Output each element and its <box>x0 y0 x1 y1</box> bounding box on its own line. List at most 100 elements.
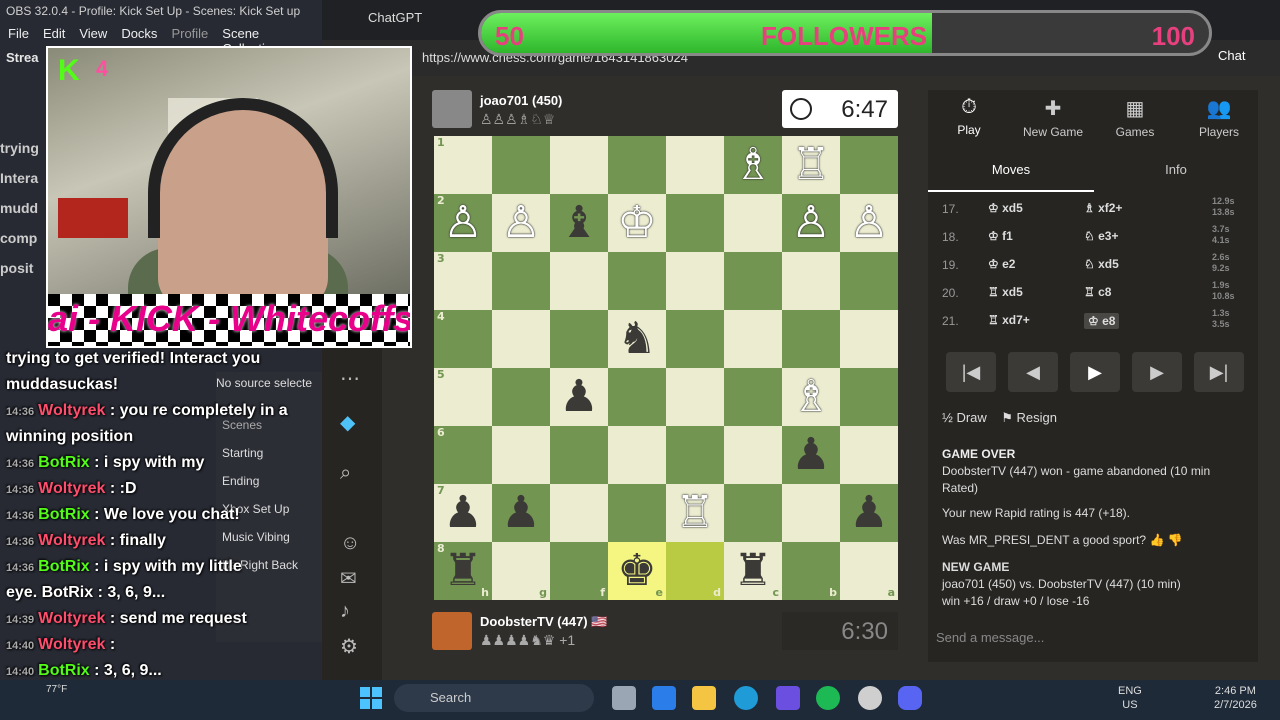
language-indicator[interactable]: ENG US <box>1118 684 1142 712</box>
chat-username[interactable]: Woltyrek <box>38 532 105 549</box>
black-move[interactable]: ♔ e8 <box>1084 313 1120 329</box>
board-square[interactable] <box>608 252 666 310</box>
black-piece[interactable]: ♜ <box>443 545 482 596</box>
board-square[interactable]: f <box>550 542 608 600</box>
edge-icon[interactable] <box>734 686 758 710</box>
black-move[interactable]: ♘ e3+ <box>1084 229 1118 243</box>
nav-games[interactable]: ▦ Games <box>1100 96 1170 139</box>
spotify-icon[interactable] <box>816 686 840 710</box>
file-explorer-icon[interactable] <box>692 686 716 710</box>
board-square[interactable] <box>550 310 608 368</box>
board-square[interactable]: 7 ♟ <box>434 484 492 542</box>
discord-icon[interactable] <box>898 686 922 710</box>
board-square[interactable] <box>666 194 724 252</box>
nav-players[interactable]: 👥 Players <box>1184 96 1254 139</box>
board-square[interactable]: ♔ <box>608 194 666 252</box>
chat-username[interactable]: BotRix <box>38 558 90 575</box>
menu-profile[interactable]: Profile <box>171 26 208 42</box>
black-piece[interactable]: ♟ <box>559 371 598 422</box>
board-square[interactable] <box>550 136 608 194</box>
board-square[interactable] <box>666 252 724 310</box>
menu-docks[interactable]: Docks <box>121 26 157 42</box>
black-piece[interactable]: ♝ <box>559 197 598 248</box>
board-square[interactable] <box>724 484 782 542</box>
board-square[interactable] <box>492 136 550 194</box>
chat-message-input[interactable]: Send a message... <box>936 624 1236 650</box>
board-square[interactable] <box>724 252 782 310</box>
last-move-button[interactable]: ▶| <box>1194 352 1244 392</box>
board-square[interactable] <box>782 310 840 368</box>
black-piece[interactable]: ♟ <box>501 487 540 538</box>
board-square[interactable] <box>608 368 666 426</box>
white-piece[interactable]: ♙ <box>501 197 540 248</box>
board-square[interactable] <box>492 310 550 368</box>
board-square[interactable]: d <box>666 542 724 600</box>
store-icon[interactable] <box>652 686 676 710</box>
chat-username[interactable]: Woltyrek <box>38 480 105 497</box>
board-square[interactable] <box>724 426 782 484</box>
gear-icon[interactable]: ⚙ <box>340 634 358 659</box>
black-move[interactable]: ♗ xf2+ <box>1084 201 1122 215</box>
black-piece[interactable]: ♟ <box>849 487 888 538</box>
task-view-icon[interactable] <box>612 686 636 710</box>
board-square[interactable] <box>666 368 724 426</box>
board-square[interactable] <box>840 310 898 368</box>
board-square[interactable] <box>666 310 724 368</box>
board-square[interactable]: ♝ <box>550 194 608 252</box>
board-square[interactable] <box>492 368 550 426</box>
player-avatar[interactable] <box>432 612 472 650</box>
taskbar-clock[interactable]: 2:46 PM 2/7/2026 <box>1214 684 1257 712</box>
board-square[interactable] <box>550 484 608 542</box>
white-piece[interactable]: ♖ <box>675 487 714 538</box>
black-piece[interactable]: ♟ <box>443 487 482 538</box>
white-move[interactable]: ♖ xd5 <box>988 285 1023 299</box>
board-square[interactable]: ♗ <box>724 136 782 194</box>
board-square[interactable]: 3 <box>434 252 492 310</box>
chat-username[interactable]: Woltyrek <box>38 610 105 627</box>
board-square[interactable]: ♗ <box>782 368 840 426</box>
board-square[interactable] <box>840 368 898 426</box>
more-icon[interactable]: ⋯ <box>340 366 360 391</box>
board-square[interactable]: ♟ <box>492 484 550 542</box>
white-piece[interactable]: ♙ <box>849 197 888 248</box>
thumbs-up-icon[interactable]: 👍 <box>1149 533 1164 547</box>
board-square[interactable]: ♟ <box>550 368 608 426</box>
board-square[interactable]: g <box>492 542 550 600</box>
board-square[interactable]: 8 h ♜ <box>434 542 492 600</box>
prev-move-button[interactable]: ◀ <box>1008 352 1058 392</box>
chat-username[interactable]: Woltyrek <box>38 402 105 419</box>
board-square[interactable] <box>608 426 666 484</box>
white-move[interactable]: ♖ xd7+ <box>988 313 1030 327</box>
board-square[interactable] <box>724 194 782 252</box>
player-name[interactable]: DoobsterTV (447) 🇺🇸 <box>480 614 607 630</box>
white-move[interactable]: ♔ f1 <box>988 229 1013 243</box>
friends-icon[interactable]: ☺ <box>340 532 360 555</box>
menu-scene-collection[interactable]: Scene Collection <box>222 26 314 56</box>
start-button[interactable] <box>360 687 382 709</box>
board-square[interactable] <box>840 136 898 194</box>
board-square[interactable]: a <box>840 542 898 600</box>
board-square[interactable]: b <box>782 542 840 600</box>
board-square[interactable]: 4 <box>434 310 492 368</box>
bell-icon[interactable]: ♪ <box>340 600 350 623</box>
chess-board[interactable]: 1 ♗ ♖ 2 ♙ ♙ ♝ ♔ ♙ ♙ 3 4 ♞ 5 ♟ ♗ 6 ♟ 7 ♟ ♟ ♖ ♟ 8 h ♜ g f e ♚ d c ♜ b a <box>434 136 898 600</box>
board-square[interactable] <box>492 426 550 484</box>
board-square[interactable]: 5 <box>434 368 492 426</box>
resign-button[interactable]: ⚑ Resign <box>1001 410 1057 425</box>
menu-file[interactable]: File <box>8 26 29 42</box>
board-square[interactable]: ♙ <box>492 194 550 252</box>
board-square[interactable]: ♟ <box>782 426 840 484</box>
app-grid-icon[interactable] <box>776 686 800 710</box>
board-square[interactable] <box>550 426 608 484</box>
board-square[interactable] <box>666 136 724 194</box>
copilot-chat-button[interactable]: Chat <box>1218 48 1245 63</box>
black-piece[interactable]: ♚ <box>617 545 656 596</box>
menu-view[interactable]: View <box>79 26 107 42</box>
board-square[interactable]: 6 <box>434 426 492 484</box>
board-square[interactable] <box>492 252 550 310</box>
play-button[interactable]: ▶ <box>1070 352 1120 392</box>
black-move[interactable]: ♖ c8 <box>1084 285 1111 299</box>
board-square[interactable] <box>782 484 840 542</box>
tab-moves[interactable]: Moves <box>928 152 1094 192</box>
next-move-button[interactable]: ▶ <box>1132 352 1182 392</box>
